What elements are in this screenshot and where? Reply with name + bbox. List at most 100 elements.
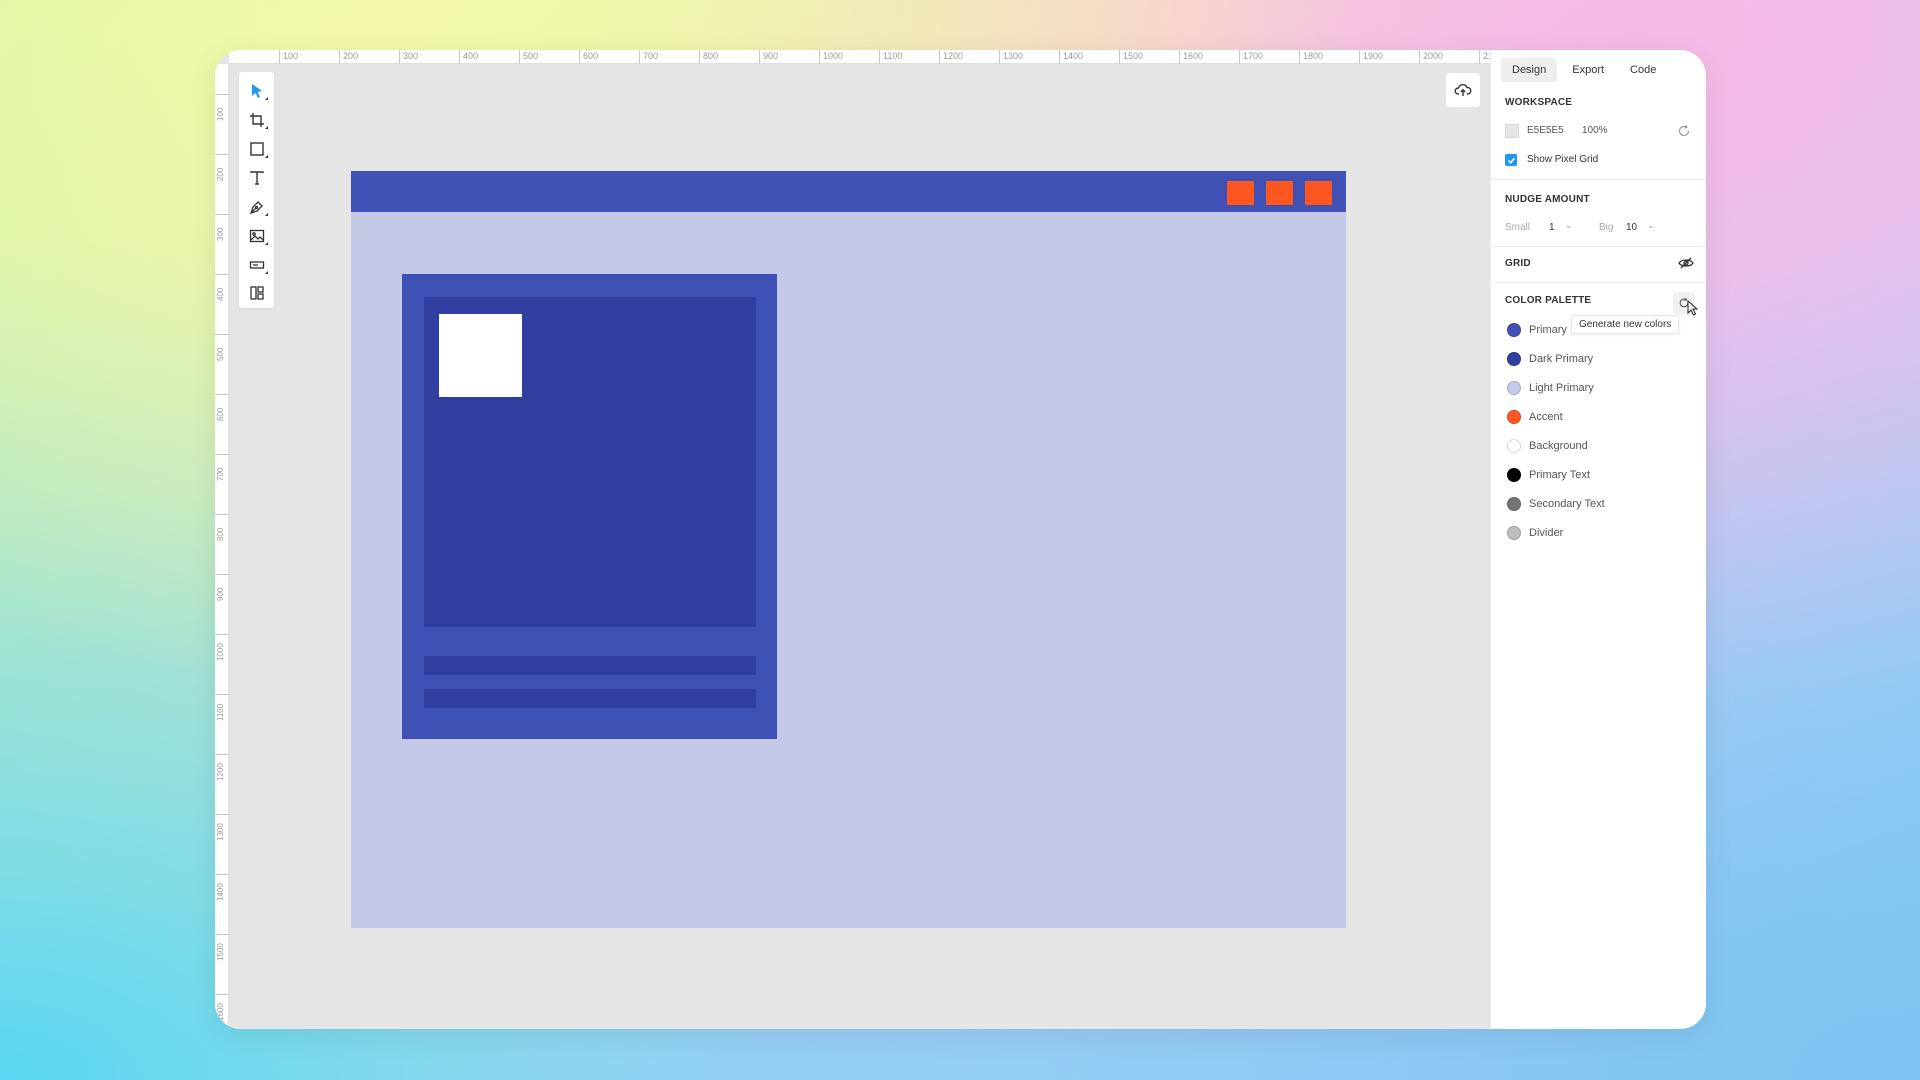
ruler-top: 100 200 300 400 500 600 700 800 900 1000 1100 1200 1…: [229, 50, 1498, 64]
ruler-tick: 200: [215, 154, 229, 181]
eye-off-icon[interactable]: [1678, 256, 1694, 270]
color-swatch[interactable]: [1507, 410, 1521, 424]
palette-item-light-primary[interactable]: Light Primary: [1507, 380, 1594, 396]
palette-item-label: Primary Text: [1529, 469, 1590, 481]
card-text-line[interactable]: [424, 689, 756, 708]
ruler-tick: 900: [215, 574, 229, 601]
palette-item-label: Dark Primary: [1529, 353, 1594, 365]
ruler-tick: 800: [699, 50, 718, 64]
panel-tabs: Design Export Code: [1501, 58, 1667, 82]
nudge-small-label: Small: [1505, 222, 1531, 233]
show-pixel-grid-checkbox[interactable]: [1505, 154, 1517, 166]
ruler-tick: 100: [215, 94, 229, 121]
pen-tool[interactable]: [246, 196, 268, 218]
color-palette-section-title: COLOR PALETTE: [1505, 295, 1592, 306]
nudge-section-title: NUDGE AMOUNT: [1505, 194, 1590, 205]
workspace-hex-value[interactable]: E5E5E5: [1527, 125, 1564, 136]
show-pixel-grid-label: Show Pixel Grid: [1527, 154, 1599, 165]
ruler-tick: 1800: [1299, 50, 1323, 64]
card-thumbnail[interactable]: [439, 314, 522, 397]
properties-panel: Design Export Code WORKSPACE E5E5E5 100%…: [1490, 50, 1706, 1029]
cloud-upload-button[interactable]: [1446, 73, 1480, 107]
ruler-tick: 700: [639, 50, 658, 64]
ruler-tick: 1700: [1239, 50, 1263, 64]
palette-item-label: Background: [1529, 440, 1588, 452]
palette-item-label: Accent: [1529, 411, 1563, 423]
card-media[interactable]: [424, 297, 756, 627]
palette-item-primary[interactable]: Primary: [1507, 322, 1567, 338]
palette-item-label: Primary: [1529, 324, 1567, 336]
palette-item-dark-primary[interactable]: Dark Primary: [1507, 351, 1593, 367]
ruler-tick: 1600: [215, 994, 229, 1021]
canvas-area[interactable]: 100 200 300 400 500 600 700 800 900 1000 1100 1200 1…: [215, 50, 1498, 1029]
palette-item-divider[interactable]: Divider: [1507, 525, 1563, 541]
text-icon: [250, 171, 264, 185]
ruler-tick: 700: [215, 454, 229, 481]
accent-square[interactable]: [1305, 181, 1332, 205]
ruler-tick: 1900: [1359, 50, 1383, 64]
design-frame[interactable]: [351, 171, 1346, 928]
component-icon: [250, 286, 264, 300]
ruler-tick: 1200: [939, 50, 963, 64]
component-tool[interactable]: [246, 282, 268, 304]
rectangle-tool[interactable]: [246, 138, 268, 160]
workspace-color-swatch[interactable]: [1505, 124, 1519, 138]
ruler-tick: 1600: [1179, 50, 1203, 64]
accent-square[interactable]: [1266, 181, 1293, 205]
crop-icon: [250, 113, 264, 127]
ruler-tick: 800: [215, 514, 229, 541]
ruler-tick: 400: [459, 50, 478, 64]
color-swatch[interactable]: [1507, 323, 1521, 337]
mouse-cursor-icon: [1687, 300, 1699, 316]
check-icon: [1507, 157, 1515, 164]
tab-export[interactable]: Export: [1561, 58, 1615, 82]
workspace-opacity-value[interactable]: 100%: [1582, 125, 1608, 136]
ruler-tick: 1000: [215, 634, 229, 661]
palette-item-secondary-text[interactable]: Secondary Text: [1507, 496, 1605, 512]
ruler-tick: 1200: [215, 754, 229, 781]
accent-square[interactable]: [1227, 181, 1254, 205]
palette-item-background[interactable]: Background: [1507, 438, 1588, 454]
ruler-left: 100 200 300 400 500 600 700 800 900 1000 1100 1200 1…: [215, 64, 229, 1029]
palette-item-accent[interactable]: Accent: [1507, 409, 1563, 425]
palette-item-primary-text[interactable]: Primary Text: [1507, 467, 1590, 483]
rectangle-icon: [250, 142, 264, 156]
palette-item-label: Secondary Text: [1529, 498, 1605, 510]
grid-section-title: GRID: [1505, 258, 1531, 269]
divider: [1491, 246, 1706, 247]
frame-header-bar[interactable]: [351, 171, 1346, 212]
pointer-tool[interactable]: [246, 80, 268, 102]
color-swatch[interactable]: [1507, 468, 1521, 482]
crop-tool[interactable]: [246, 109, 268, 131]
ruler-tick: 200: [339, 50, 358, 64]
reset-icon[interactable]: [1677, 124, 1691, 138]
workspace-section-title: WORKSPACE: [1505, 97, 1573, 108]
chevron-down-icon[interactable]: ⌄: [1565, 220, 1573, 231]
color-swatch[interactable]: [1507, 352, 1521, 366]
card[interactable]: [402, 274, 777, 739]
ruler-tick: 1100: [215, 694, 229, 721]
card-text-line[interactable]: [424, 656, 756, 675]
ruler-tick: 100: [279, 50, 298, 64]
ruler-tick: 300: [399, 50, 418, 64]
palette-item-label: Divider: [1529, 527, 1564, 539]
color-swatch[interactable]: [1507, 497, 1521, 511]
image-tool[interactable]: [246, 225, 268, 247]
ruler-tick: 1500: [215, 934, 229, 961]
ruler-tick: 400: [215, 274, 229, 301]
nudge-small-value[interactable]: 1: [1549, 222, 1555, 233]
generate-colors-tooltip: Generate new colors: [1571, 315, 1680, 334]
ruler-tick: 900: [759, 50, 778, 64]
input-tool[interactable]: [246, 254, 268, 276]
ruler-tick: 600: [579, 50, 598, 64]
nudge-big-value[interactable]: 10: [1626, 222, 1637, 233]
tab-code[interactable]: Code: [1619, 58, 1667, 82]
color-swatch[interactable]: [1507, 381, 1521, 395]
ruler-tick: 1400: [1059, 50, 1083, 64]
chevron-down-icon[interactable]: ⌄: [1647, 220, 1655, 231]
text-tool[interactable]: [246, 167, 268, 189]
cloud-upload-icon: [1454, 84, 1472, 96]
color-swatch[interactable]: [1507, 439, 1521, 453]
tab-design[interactable]: Design: [1501, 58, 1558, 82]
color-swatch[interactable]: [1507, 526, 1521, 540]
